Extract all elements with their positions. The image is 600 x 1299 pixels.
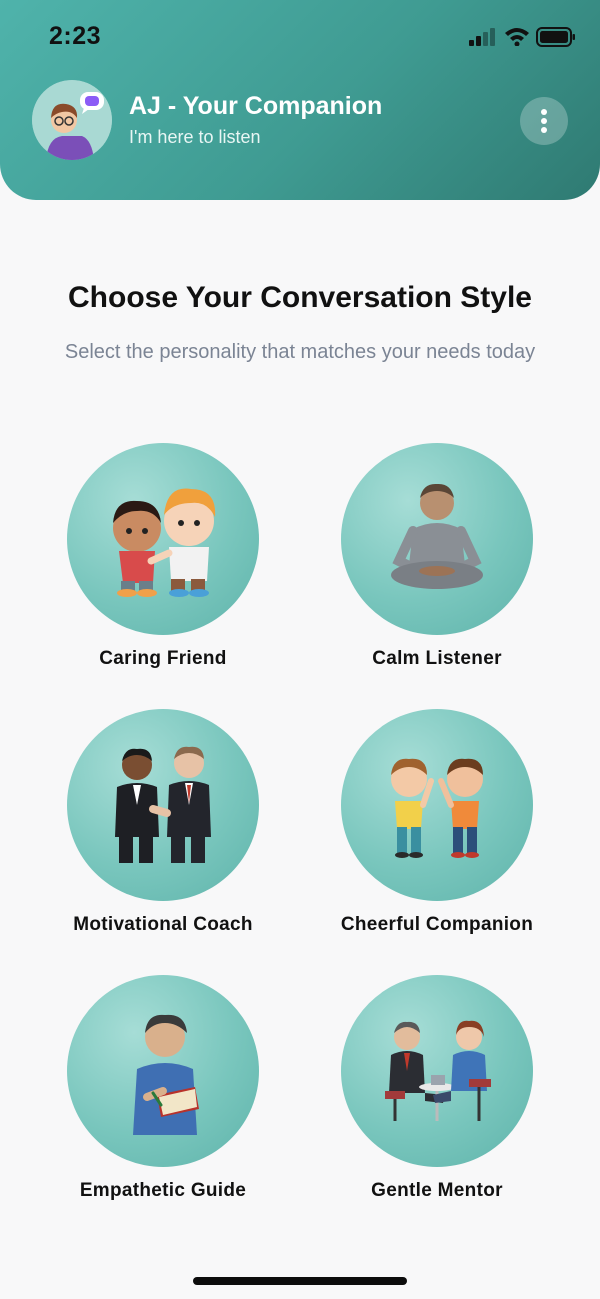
style-card-caring-friend[interactable]: Caring Friend xyxy=(43,443,283,683)
style-card-gentle-mentor[interactable]: Gentle Mentor xyxy=(317,975,557,1215)
style-card-motivational-coach[interactable]: Motivational Coach xyxy=(43,709,283,949)
style-card-image xyxy=(67,443,259,635)
waving-kids-icon xyxy=(391,758,483,858)
meditating-person-icon xyxy=(391,483,483,589)
status-bar: 2:23 xyxy=(0,0,600,72)
companion-avatar-icon xyxy=(32,80,112,160)
page-subtitle: Select the personality that matches your… xyxy=(64,341,536,363)
style-card-image xyxy=(341,975,533,1167)
person-with-notebook-icon xyxy=(133,1014,199,1135)
style-card-label: Motivational Coach xyxy=(73,914,253,935)
cellular-signal-icon xyxy=(469,28,495,46)
handshake-businessmen-icon xyxy=(115,746,211,863)
style-card-label: Calm Listener xyxy=(372,648,502,669)
more-options-button[interactable] xyxy=(520,97,568,145)
style-card-label: Gentle Mentor xyxy=(371,1180,503,1201)
header-title: AJ - Your Companion xyxy=(129,92,383,120)
page-title: Choose Your Conversation Style xyxy=(68,281,532,314)
more-vertical-icon xyxy=(541,109,547,115)
style-card-label: Cheerful Companion xyxy=(340,914,534,935)
style-card-image xyxy=(341,443,533,635)
wifi-icon xyxy=(505,28,529,46)
style-card-image xyxy=(67,709,259,901)
battery-icon xyxy=(536,27,575,47)
header-subtitle: I'm here to listen xyxy=(129,127,261,147)
style-card-calm-listener[interactable]: Calm Listener xyxy=(317,443,557,683)
status-time: 2:23 xyxy=(49,22,102,50)
two-kids-comforting-icon xyxy=(113,488,216,597)
home-indicator[interactable] xyxy=(193,1277,407,1285)
style-card-label: Empathetic Guide xyxy=(79,1180,247,1201)
style-card-image xyxy=(341,709,533,901)
app-header: 2:23 AJ - Your Companion I'm here to lis… xyxy=(0,0,600,200)
style-card-image xyxy=(67,975,259,1167)
mentor-meeting-icon xyxy=(385,1020,491,1121)
style-card-empathetic-guide[interactable]: Empathetic Guide xyxy=(43,975,283,1215)
style-card-cheerful-companion[interactable]: Cheerful Companion xyxy=(317,709,557,949)
style-card-label: Caring Friend xyxy=(99,648,227,669)
avatar[interactable] xyxy=(32,80,112,160)
